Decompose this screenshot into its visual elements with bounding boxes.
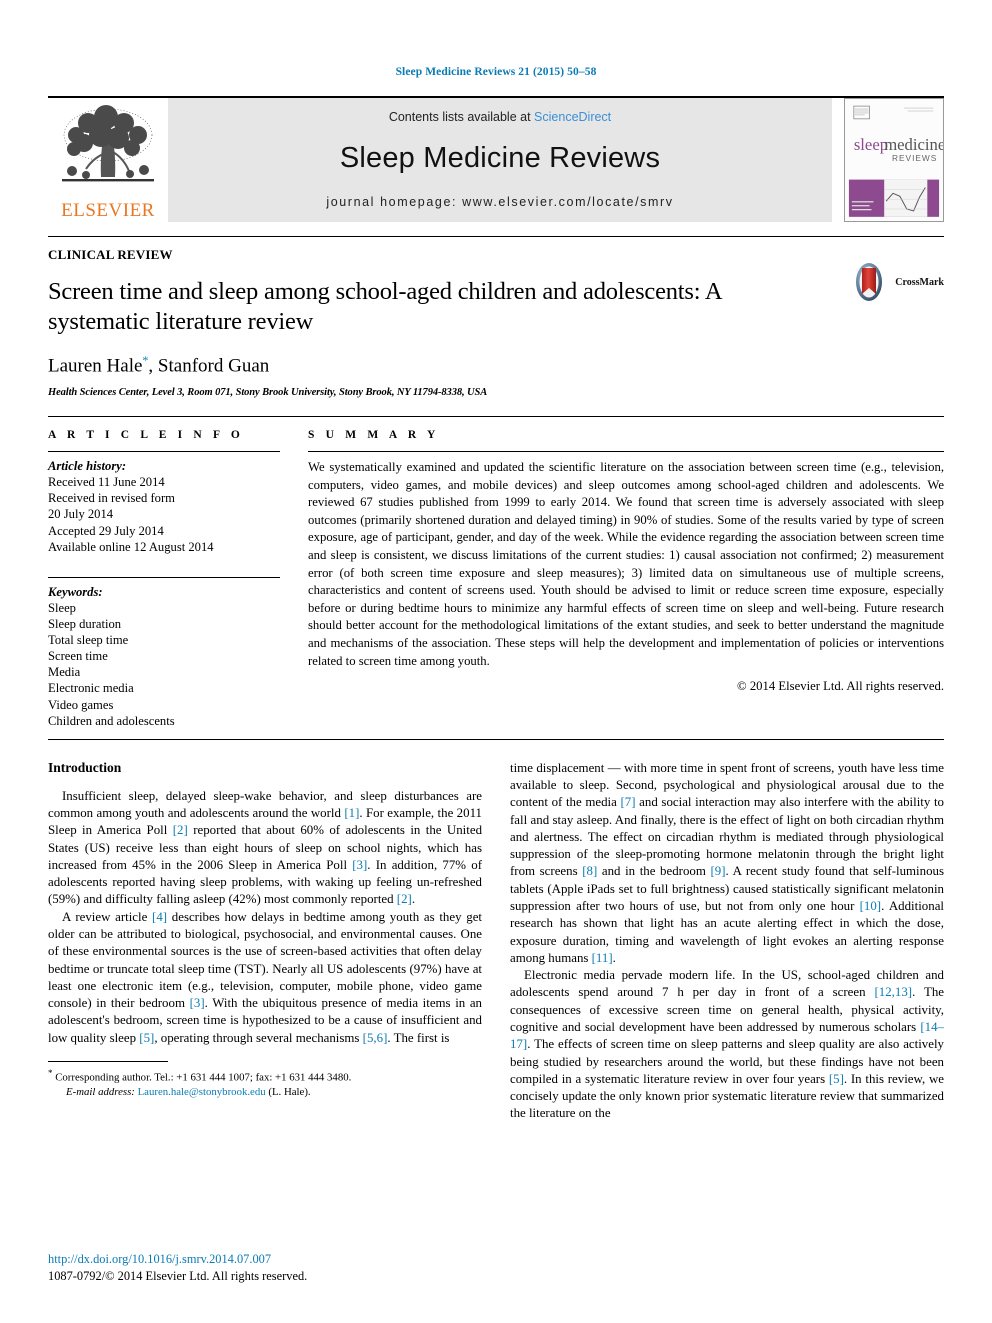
journal-masthead: ELSEVIER Contents lists available at Sci…	[48, 96, 944, 222]
keyword-item: Total sleep time	[48, 633, 129, 648]
paper-page: Sleep Medicine Reviews 21 (2015) 50–58 E…	[0, 0, 992, 1323]
elsevier-logo: ELSEVIER	[48, 98, 168, 222]
keyword-item: Children and adolescents	[48, 713, 175, 728]
svg-text:sleep: sleep	[854, 135, 888, 154]
divider	[48, 738, 944, 740]
history-item: Received in revised form	[48, 491, 175, 506]
keyword-item: Sleep duration	[48, 616, 122, 631]
svg-text:REVIEWS: REVIEWS	[892, 153, 937, 163]
email-label: E-mail address:	[66, 1086, 135, 1099]
masthead-center: Contents lists available at ScienceDirec…	[168, 98, 832, 222]
paragraph: time displacement — with more time in sp…	[510, 760, 944, 967]
citation-ref[interactable]: [11]	[592, 951, 613, 965]
citation-ref[interactable]: [5]	[139, 1031, 154, 1045]
sciencedirect-link[interactable]: ScienceDirect	[534, 110, 611, 124]
article-history-label: Article history:	[48, 459, 127, 474]
keywords-label: Keywords:	[48, 584, 103, 599]
doi-link[interactable]: http://dx.doi.org/10.1016/j.smrv.2014.07…	[48, 1251, 478, 1267]
footnote-email: E-mail address: Lauren.hale@stonybrook.e…	[48, 1085, 482, 1100]
summary-column: S U M M A R Y We systematically examined…	[308, 429, 944, 729]
citation-ref[interactable]: [3]	[190, 996, 205, 1010]
asterisk-icon: *	[48, 1067, 53, 1078]
article-info-column: A R T I C L E I N F O Article history: R…	[48, 429, 280, 729]
journal-homepage-link[interactable]: journal homepage: www.elsevier.com/locat…	[326, 195, 673, 209]
text-run: and in the bedroom	[597, 864, 711, 879]
footnotes: * Corresponding author. Tel.: +1 631 444…	[48, 1060, 482, 1100]
page-footer: http://dx.doi.org/10.1016/j.smrv.2014.07…	[48, 1251, 478, 1285]
summary-heading: S U M M A R Y	[308, 429, 440, 442]
text-run: A review article	[62, 909, 153, 924]
keyword-item: Video games	[48, 697, 114, 712]
article-history-block: Article history: Received 11 June 2014 R…	[48, 452, 280, 555]
elsevier-wordmark: ELSEVIER	[61, 200, 155, 221]
article-type-kicker: CLINICAL REVIEW	[48, 247, 173, 262]
citation-ref[interactable]: [2]	[397, 892, 412, 906]
body-column-right: time displacement — with more time in sp…	[510, 760, 944, 1123]
paragraph: Insufficient sleep, delayed sleep-wake b…	[48, 788, 482, 909]
elsevier-tree-icon	[56, 105, 160, 201]
email-suffix: (L. Hale).	[268, 1086, 311, 1099]
page-title: Screen time and sleep among school-aged …	[48, 278, 722, 335]
citation-ref[interactable]: [12,13]	[874, 985, 912, 999]
paragraph: Electronic media pervade modern life. In…	[510, 967, 944, 1123]
text-run: , operating through several mechanisms	[154, 1030, 363, 1045]
keywords-block: Keywords: Sleep Sleep duration Total sle…	[48, 571, 280, 729]
keyword-item: Screen time	[48, 649, 108, 664]
citation-ref[interactable]: [8]	[582, 864, 597, 878]
section-heading-introduction: Introduction	[48, 759, 122, 775]
citation-ref[interactable]: [9]	[711, 864, 726, 878]
journal-cover-thumbnail[interactable]: sleep medicine REVIEWS	[844, 98, 944, 222]
citation-ref[interactable]: [5]	[829, 1072, 844, 1086]
citation-ref[interactable]: [1]	[344, 806, 359, 820]
citation-ref[interactable]: [10]	[860, 899, 881, 913]
summary-text: We systematically examined and updated t…	[308, 460, 944, 668]
footnote-divider	[48, 1060, 168, 1062]
author-list: Lauren Hale*, Stanford Guan	[48, 353, 944, 377]
history-item: Accepted 29 July 2014	[48, 523, 164, 538]
crossmark-label: CrossMark	[895, 276, 944, 288]
crossmark-icon	[856, 263, 883, 301]
keyword-item: Media	[48, 665, 81, 680]
citation-ref[interactable]: [7]	[621, 795, 636, 809]
contents-available-line: Contents lists available at ScienceDirec…	[389, 110, 611, 124]
citation-ref[interactable]: [2]	[173, 823, 188, 837]
citation-ref[interactable]: [3]	[352, 858, 367, 872]
text-run: .	[612, 950, 616, 965]
divider	[48, 576, 280, 578]
history-item: Available online 12 August 2014	[48, 539, 214, 554]
running-head: Sleep Medicine Reviews 21 (2015) 50–58	[395, 66, 597, 78]
article-header: CLINICAL REVIEW Screen time and sleep am…	[48, 236, 944, 398]
author-secondary: , Stanford Guan	[148, 355, 270, 377]
text-run: . The first is	[387, 1030, 450, 1045]
footnote-text: Corresponding author. Tel.: +1 631 444 1…	[55, 1071, 352, 1084]
citation-ref[interactable]: [5,6]	[363, 1031, 388, 1045]
footnote-corresponding-author: * Corresponding author. Tel.: +1 631 444…	[48, 1067, 482, 1085]
author-primary: Lauren Hale	[48, 355, 143, 377]
contents-prefix: Contents lists available at	[388, 109, 531, 124]
article-info-summary-block: A R T I C L E I N F O Article history: R…	[48, 416, 944, 729]
crossmark-badge[interactable]: CrossMark	[848, 261, 944, 303]
text-run: .	[411, 892, 416, 907]
citation-ref[interactable]: [4]	[152, 910, 167, 924]
summary-copyright: © 2014 Elsevier Ltd. All rights reserved…	[737, 679, 944, 694]
paragraph: A review article [4] describes how delay…	[48, 909, 482, 1047]
affiliation: Health Sciences Center, Level 3, Room 07…	[48, 387, 488, 399]
issn-copyright-line: 1087-0792/© 2014 Elsevier Ltd. All right…	[48, 1269, 308, 1283]
svg-text:medicine: medicine	[884, 135, 943, 154]
body-columns: Introduction Insufficient sleep, delayed…	[48, 760, 944, 1123]
keyword-item: Sleep	[48, 600, 76, 615]
history-item: Received 11 June 2014	[48, 475, 165, 490]
email-link[interactable]: Lauren.hale@stonybrook.edu	[138, 1086, 266, 1098]
journal-title: Sleep Medicine Reviews	[339, 141, 661, 174]
history-item: 20 July 2014	[48, 507, 114, 522]
keyword-item: Electronic media	[48, 681, 134, 696]
article-info-heading: A R T I C L E I N F O	[48, 429, 244, 442]
body-column-left: Introduction Insufficient sleep, delayed…	[48, 760, 482, 1123]
